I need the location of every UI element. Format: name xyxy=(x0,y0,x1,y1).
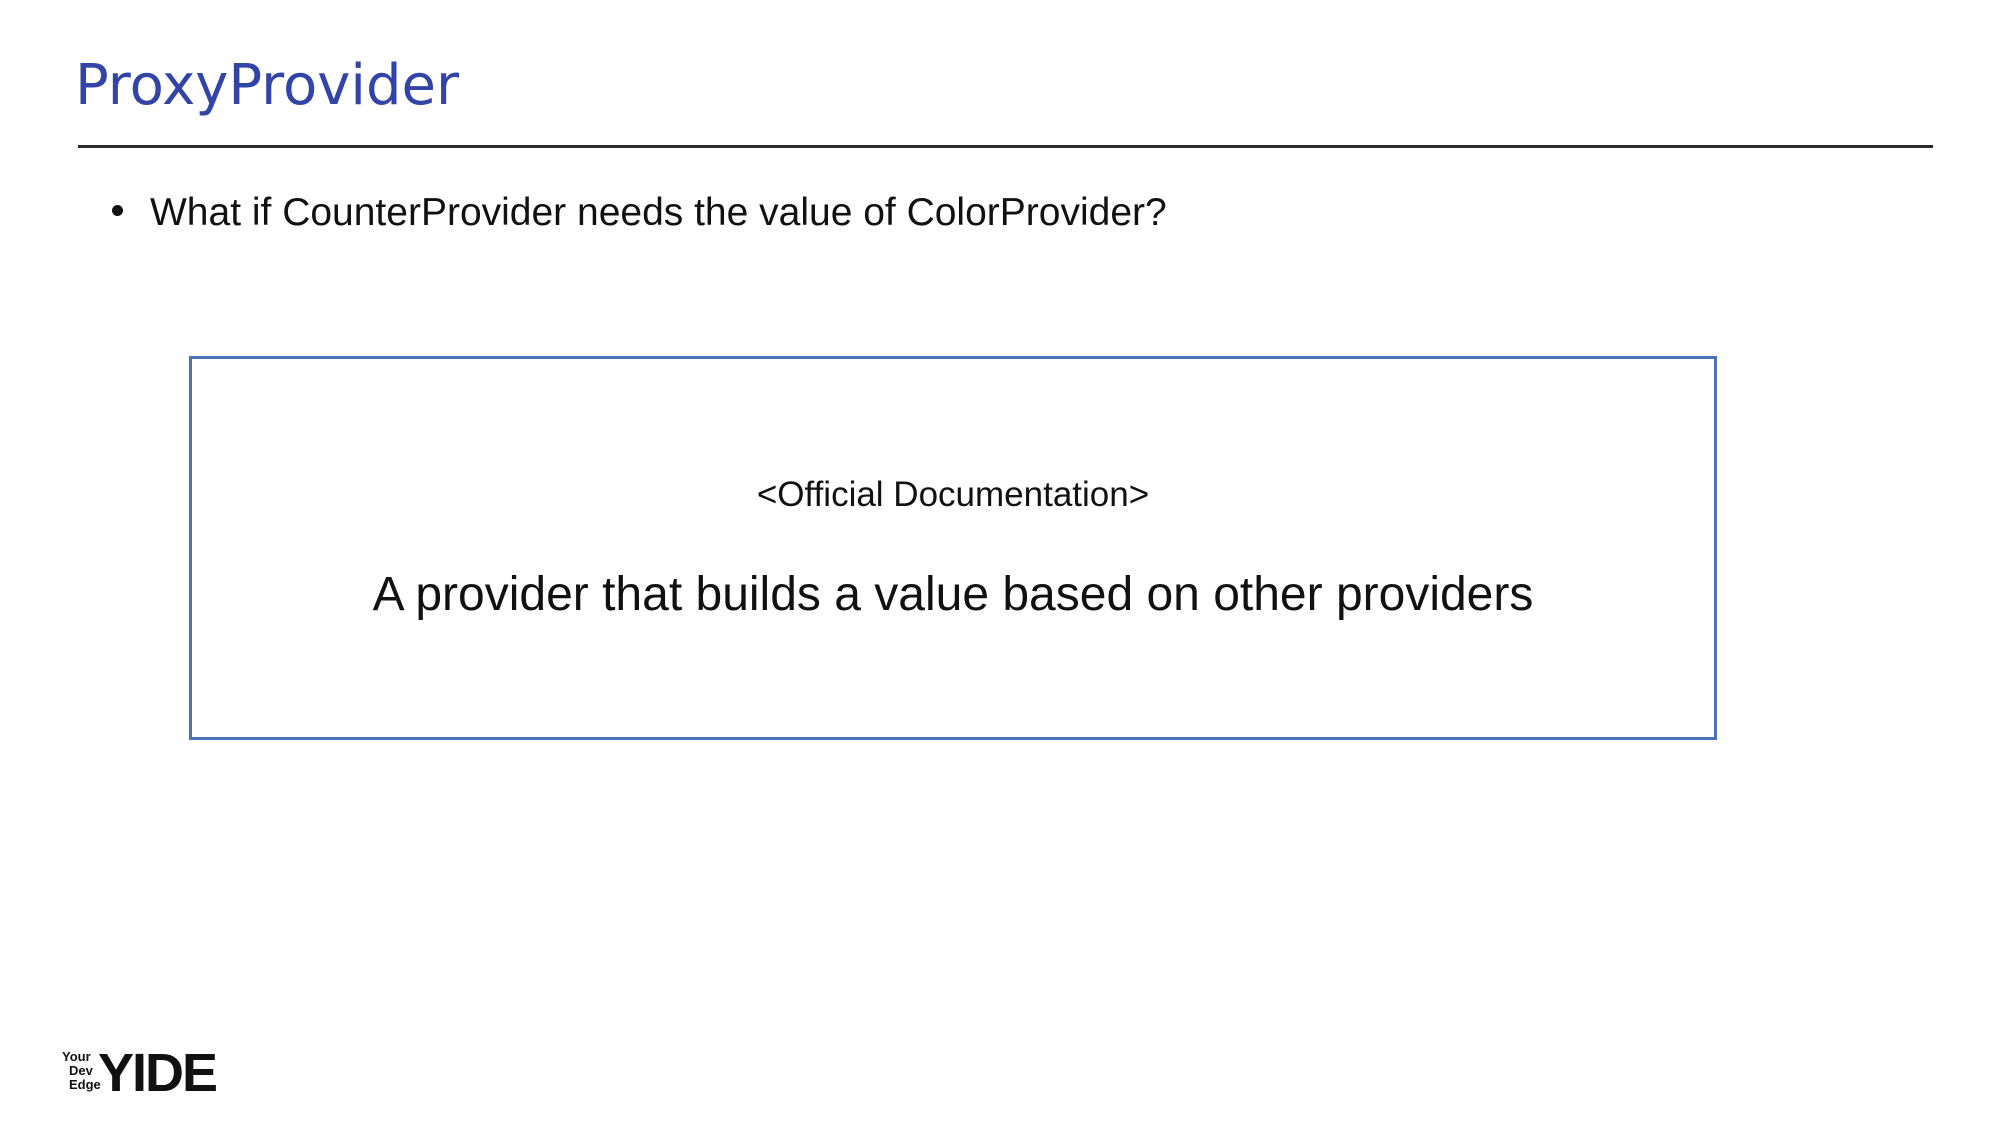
logo-line-your: Your xyxy=(62,1049,91,1064)
title-divider xyxy=(78,145,1933,148)
documentation-label: <Official Documentation> xyxy=(756,475,1150,514)
bullet-text: What if CounterProvider needs the value … xyxy=(150,191,1167,234)
logo-line-edge: Edge xyxy=(69,1077,101,1092)
logo-mark: YIDE xyxy=(98,1043,218,1103)
documentation-box: <Official Documentation> A provider that… xyxy=(189,356,1717,740)
brand-logo: Your Dev Edge YIDE xyxy=(60,1046,220,1100)
logo-line-dev: Dev xyxy=(69,1063,93,1078)
documentation-quote: A provider that builds a value based on … xyxy=(372,568,1534,621)
bullet-icon xyxy=(112,205,123,216)
slide-title: ProxyProvider xyxy=(75,53,459,118)
bullet-item: What if CounterProvider needs the value … xyxy=(112,190,1167,237)
